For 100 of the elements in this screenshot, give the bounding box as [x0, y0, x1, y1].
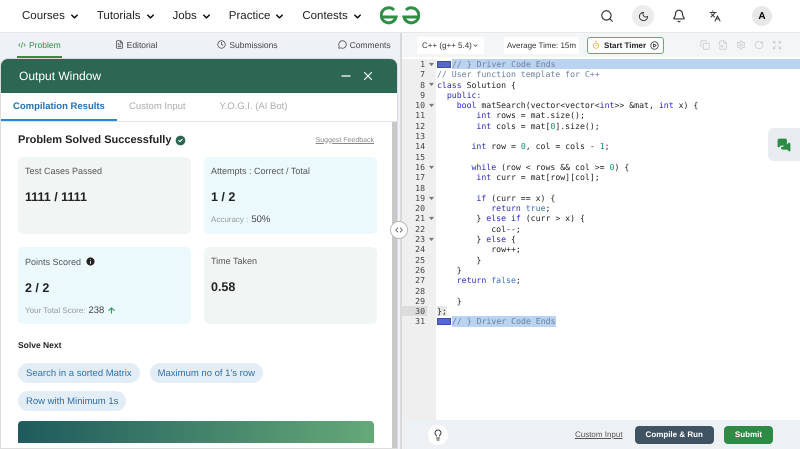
moon-icon[interactable]	[632, 5, 654, 27]
code-line: }	[456, 296, 462, 306]
stat-label: Test Cases Passed	[25, 166, 102, 176]
stat-label: Time Taken	[211, 256, 258, 266]
nav-menu[interactable]: Tutorials	[96, 10, 140, 22]
comment-icon	[338, 40, 347, 49]
result-title: Problem Solved Successfully	[18, 134, 172, 146]
line-number: 13	[414, 131, 426, 142]
line-number: 29	[414, 296, 426, 306]
code-line: public:	[446, 90, 482, 100]
code-line: bool matSearch(vector<vector<int>> &mat, int x) {	[456, 100, 698, 110]
line-number: 12	[414, 120, 426, 132]
hint-button[interactable]	[428, 424, 448, 444]
stat-label: Attempts : Correct / Total	[211, 166, 310, 176]
nav-menu[interactable]: Practice	[228, 10, 270, 22]
problem-chip[interactable]: Search in a sorted Matrix	[18, 363, 140, 383]
fold-arrow-icon[interactable]	[428, 164, 434, 170]
line-number: 14	[414, 141, 426, 152]
lightbulb-icon	[432, 428, 444, 440]
nav-menu[interactable]: Jobs	[172, 10, 197, 22]
line-number: 1	[419, 59, 426, 70]
window-title: Output Window	[19, 69, 102, 83]
code-line: return false;	[456, 275, 521, 286]
caret-icon	[472, 42, 479, 48]
line-number: 31	[414, 316, 426, 327]
line-number: 19	[414, 192, 426, 204]
language-select[interactable]: C++ (g++ 5.4)	[417, 36, 484, 54]
line-number: 16	[414, 162, 426, 172]
close-icon[interactable]	[361, 69, 375, 83]
code-line: // User function template for C++	[437, 69, 600, 80]
code-line: }	[456, 264, 462, 276]
line-number: 28	[414, 286, 426, 296]
submit-button[interactable]: Submit	[724, 426, 773, 444]
section-title: Solve Next	[18, 340, 62, 350]
code-line: int rows = mat.size();	[475, 110, 585, 121]
chat-button[interactable]	[768, 128, 800, 161]
line-number: 18	[414, 182, 426, 193]
nav-menu[interactable]: Courses	[22, 10, 65, 22]
line-number: 17	[414, 172, 426, 183]
code-line: int curr = mat[row][col];	[475, 172, 600, 183]
problem-chip[interactable]: Maximum no of 1's row	[150, 363, 263, 383]
problem-chip[interactable]: Row with Minimum 1s	[18, 391, 126, 411]
line-number: 21	[414, 213, 426, 224]
output-tab[interactable]: Compilation Results	[1, 93, 117, 121]
code-line: if (curr == x) {	[475, 192, 556, 204]
note-label: Accuracy :	[211, 215, 248, 224]
stat-value: 1 / 2	[211, 190, 236, 204]
nav-menu[interactable]: Contests	[302, 10, 348, 22]
problem-tab[interactable]: Submissions	[216, 33, 279, 58]
line-number: 20	[414, 203, 426, 214]
line-number: 9	[419, 90, 426, 100]
code-line: class Solution {	[437, 80, 516, 90]
fold-arrow-icon[interactable]	[428, 62, 434, 67]
stat-value: 2 / 2	[25, 281, 50, 295]
line-number: 22	[414, 224, 426, 234]
code-line: return true;	[490, 203, 550, 214]
code-line: while (row < rows && col >= 0) {	[470, 162, 630, 172]
line-number: 25	[414, 254, 426, 265]
note-value: 238	[88, 305, 104, 316]
average-time: Average Time: 15m	[504, 36, 580, 54]
code-line: col--;	[490, 224, 521, 234]
timer-button[interactable]: Start Timer	[587, 36, 664, 54]
check-icon	[174, 134, 188, 146]
line-number: 30	[402, 306, 427, 316]
avatar[interactable]: A	[752, 6, 772, 26]
code-line: int row = 0, col = cols - 1;	[470, 141, 610, 152]
promo-banner[interactable]	[18, 421, 374, 443]
fold-arrow-icon[interactable]	[428, 196, 434, 200]
arrows-icon	[394, 225, 404, 235]
fold-arrow-icon[interactable]	[428, 82, 434, 88]
document-icon	[114, 40, 124, 49]
stat-value: 1111 / 1111	[25, 190, 88, 204]
scrollbar[interactable]	[392, 122, 397, 448]
code-icon	[18, 40, 26, 48]
problem-tab[interactable]: Comments	[336, 33, 392, 58]
fold-arrow-icon[interactable]	[428, 216, 434, 222]
custom-input-link[interactable]: Custom Input	[574, 430, 623, 439]
line-number: 10	[414, 100, 426, 110]
note-label: Your Total Score:	[25, 306, 86, 315]
clock-icon	[217, 40, 226, 49]
line-number: 26	[414, 264, 426, 276]
fold-arrow-icon[interactable]	[428, 102, 434, 108]
code-line: }	[475, 254, 482, 265]
info-icon[interactable]	[85, 256, 96, 267]
timer-icon	[592, 41, 600, 49]
fold-arrow-icon[interactable]	[428, 236, 434, 242]
problem-tab[interactable]: Editorial	[114, 33, 158, 58]
stat-value: 0.58	[211, 280, 236, 294]
compile-button[interactable]: Compile & Run	[634, 426, 714, 444]
chat-icon	[777, 138, 791, 152]
line-number: 24	[414, 244, 426, 255]
line-number: 8	[419, 80, 426, 90]
logo-icon[interactable]	[380, 6, 420, 26]
line-number: 27	[414, 275, 426, 286]
note-value: 50%	[251, 214, 270, 225]
stat-label: Points Scored	[25, 256, 82, 266]
line-number: 15	[414, 152, 426, 162]
code-line: } else if (curr > x) {	[475, 213, 585, 224]
line-number: 11	[414, 110, 426, 121]
code-line: } else {	[475, 234, 516, 244]
